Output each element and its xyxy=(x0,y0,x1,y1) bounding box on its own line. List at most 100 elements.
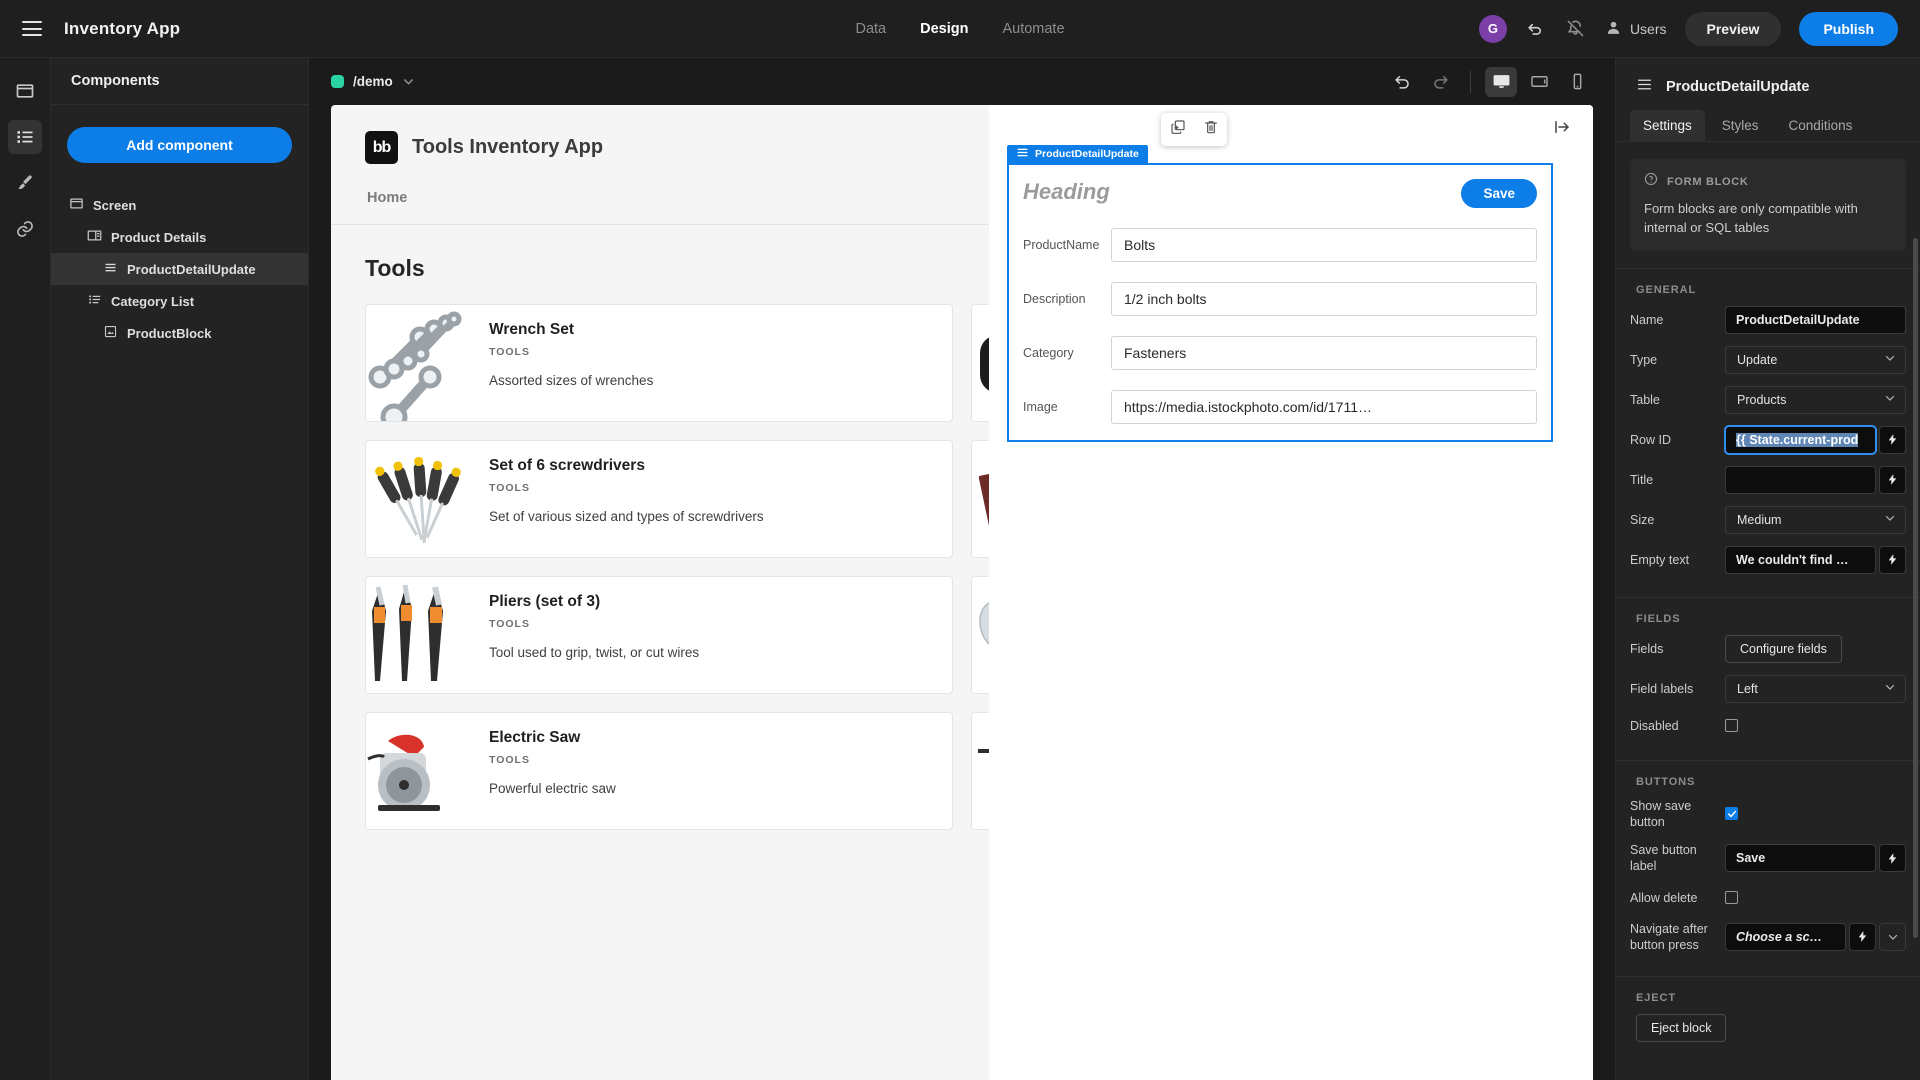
form-field-image-input[interactable]: https://media.istockphoto.com/id/1711… xyxy=(1111,390,1537,424)
rail-screen-icon[interactable] xyxy=(8,74,42,108)
tab-settings[interactable]: Settings xyxy=(1630,110,1705,141)
settings-panel: ProductDetailUpdate Settings Styles Cond… xyxy=(1615,58,1920,1080)
device-mobile-icon[interactable] xyxy=(1561,67,1593,97)
setting-label: Allow delete xyxy=(1630,890,1698,905)
form-field-category-input[interactable]: Fasteners xyxy=(1111,336,1537,370)
app-body: Components Add component Screen Product … xyxy=(0,58,1920,1080)
product-card[interactable]: Wrench Set TOOLS Assorted sizes of wrenc… xyxy=(365,304,953,422)
top-bar-actions: G Users Preview Publish xyxy=(1478,11,1898,46)
publish-button[interactable]: Publish xyxy=(1799,11,1898,46)
collapse-panel-icon[interactable] xyxy=(1553,118,1571,136)
size-select[interactable]: Medium xyxy=(1725,505,1906,534)
rail-theme-brush-icon[interactable] xyxy=(8,166,42,200)
canvas-undo-icon[interactable] xyxy=(1386,67,1418,97)
navigate-binding-icon[interactable] xyxy=(1849,922,1876,951)
product-card[interactable]: Pliers (set of 3) TOOLS Tool used to gri… xyxy=(365,576,953,694)
notice-body: Form blocks are only compatible with int… xyxy=(1644,201,1858,235)
tree-label: Screen xyxy=(93,197,137,213)
setting-label: Disabled xyxy=(1630,718,1679,733)
form-field-label: Category xyxy=(1023,346,1074,360)
setting-label: Navigate after button press xyxy=(1630,921,1708,952)
form-block-notice: FORM BLOCK Form blocks are only compatib… xyxy=(1630,159,1906,251)
tree-label: ProductBlock xyxy=(127,325,212,341)
tree-item-product-details[interactable]: Product Details xyxy=(51,221,308,253)
rail-links-icon[interactable] xyxy=(8,212,42,246)
save-button-label-input[interactable]: Save xyxy=(1725,844,1876,873)
empty-text-input[interactable]: We couldn't find … xyxy=(1725,545,1876,574)
product-card[interactable]: Electric Saw TOOLS Powerful electric saw xyxy=(365,712,953,830)
electric-saw-photo xyxy=(366,713,471,829)
tree-item-productdetailupdate[interactable]: ProductDetailUpdate xyxy=(51,253,308,285)
form-icon xyxy=(103,260,118,278)
product-description: Set of various sized and types of screwd… xyxy=(489,509,764,524)
sidepanel-icon xyxy=(87,228,102,246)
navigate-screen-input[interactable]: Choose a sc… xyxy=(1725,922,1846,951)
help-circle-icon xyxy=(1644,172,1658,191)
type-select[interactable]: Update xyxy=(1725,345,1906,374)
device-tablet-icon[interactable] xyxy=(1523,67,1555,97)
trash-icon[interactable] xyxy=(1203,119,1219,140)
section-label-buttons: BUTTONS xyxy=(1636,775,1696,788)
title-binding-icon[interactable] xyxy=(1879,465,1906,494)
configure-fields-button[interactable]: Configure fields xyxy=(1725,634,1842,663)
users-button[interactable]: Users xyxy=(1605,19,1667,39)
hamburger-icon[interactable] xyxy=(22,21,42,36)
canvas-redo-icon[interactable] xyxy=(1424,67,1456,97)
rail-components-icon[interactable] xyxy=(8,120,42,154)
form-block-tag[interactable]: ProductDetailUpdate xyxy=(1007,145,1148,163)
title-input[interactable] xyxy=(1725,465,1876,494)
app-canvas[interactable]: bb Tools Inventory App Home Tools Wrench… xyxy=(331,105,1593,1080)
empty-text-binding-icon[interactable] xyxy=(1879,545,1906,574)
save-label-binding-icon[interactable] xyxy=(1879,844,1906,873)
product-card[interactable]: Set of 6 screwdrivers TOOLS Set of vario… xyxy=(365,440,953,558)
screwdrivers-photo xyxy=(366,441,471,557)
size-select-value: Medium xyxy=(1737,512,1782,527)
undo-icon[interactable] xyxy=(1525,18,1547,40)
users-icon xyxy=(1605,19,1622,39)
tab-styles[interactable]: Styles xyxy=(1709,110,1772,141)
form-heading: Heading xyxy=(1023,179,1110,204)
preview-button[interactable]: Preview xyxy=(1684,11,1782,46)
table-select[interactable]: Products xyxy=(1725,385,1906,414)
form-field-productname-input[interactable]: Bolts xyxy=(1111,228,1537,262)
toolbar-divider xyxy=(1470,70,1471,93)
product-card-body: Electric Saw TOOLS Powerful electric saw xyxy=(471,713,616,829)
tree-item-productblock[interactable]: ProductBlock xyxy=(51,317,308,349)
add-component-button[interactable]: Add component xyxy=(67,127,292,163)
tree-item-category-list[interactable]: Category List xyxy=(51,285,308,317)
name-input[interactable]: ProductDetailUpdate xyxy=(1725,305,1906,334)
product-card-body: Set of 6 screwdrivers TOOLS Set of vario… xyxy=(471,441,764,557)
setting-row-size: Size Medium xyxy=(1616,500,1920,540)
tab-design[interactable]: Design xyxy=(920,21,968,37)
canvas-area: /demo bb Tools Inventory App Home Tools … xyxy=(309,58,1615,1080)
tab-conditions[interactable]: Conditions xyxy=(1776,110,1866,141)
show-save-button-checkbox[interactable] xyxy=(1725,807,1738,821)
rowid-binding-icon[interactable] xyxy=(1879,425,1906,454)
section-label-general: GENERAL xyxy=(1636,283,1697,296)
form-save-button[interactable]: Save xyxy=(1461,179,1537,208)
settings-tabs: Settings Styles Conditions xyxy=(1616,98,1920,142)
form-field-description-input[interactable]: 1/2 inch bolts xyxy=(1111,282,1537,316)
settings-scrollbar[interactable] xyxy=(1913,238,1918,938)
device-desktop-icon[interactable] xyxy=(1485,66,1517,97)
tree-item-screen[interactable]: Screen xyxy=(51,189,308,221)
screen-selector[interactable]: /demo xyxy=(331,74,415,89)
tab-automate[interactable]: Automate xyxy=(1002,21,1064,37)
form-field-row: Description 1/2 inch bolts xyxy=(1023,282,1537,316)
rowid-input[interactable]: {{ State.current-prod xyxy=(1725,425,1876,454)
list-icon xyxy=(87,292,102,310)
field-labels-value: Left xyxy=(1737,681,1758,696)
avatar[interactable]: G xyxy=(1478,14,1507,43)
notifications-off-icon[interactable] xyxy=(1565,18,1587,40)
setting-label: Save button label xyxy=(1630,843,1697,874)
allow-delete-checkbox[interactable] xyxy=(1725,891,1738,905)
navigate-dropdown-icon[interactable] xyxy=(1879,922,1906,951)
section-label-fields: FIELDS xyxy=(1636,612,1681,625)
field-labels-select[interactable]: Left xyxy=(1725,674,1906,703)
duplicate-icon[interactable] xyxy=(1170,119,1186,140)
setting-row-fields: Fields Configure fields xyxy=(1616,629,1920,669)
product-category: TOOLS xyxy=(489,346,530,358)
disabled-checkbox[interactable] xyxy=(1725,719,1738,733)
eject-block-button[interactable]: Eject block xyxy=(1636,1014,1727,1043)
tab-data[interactable]: Data xyxy=(855,21,886,37)
